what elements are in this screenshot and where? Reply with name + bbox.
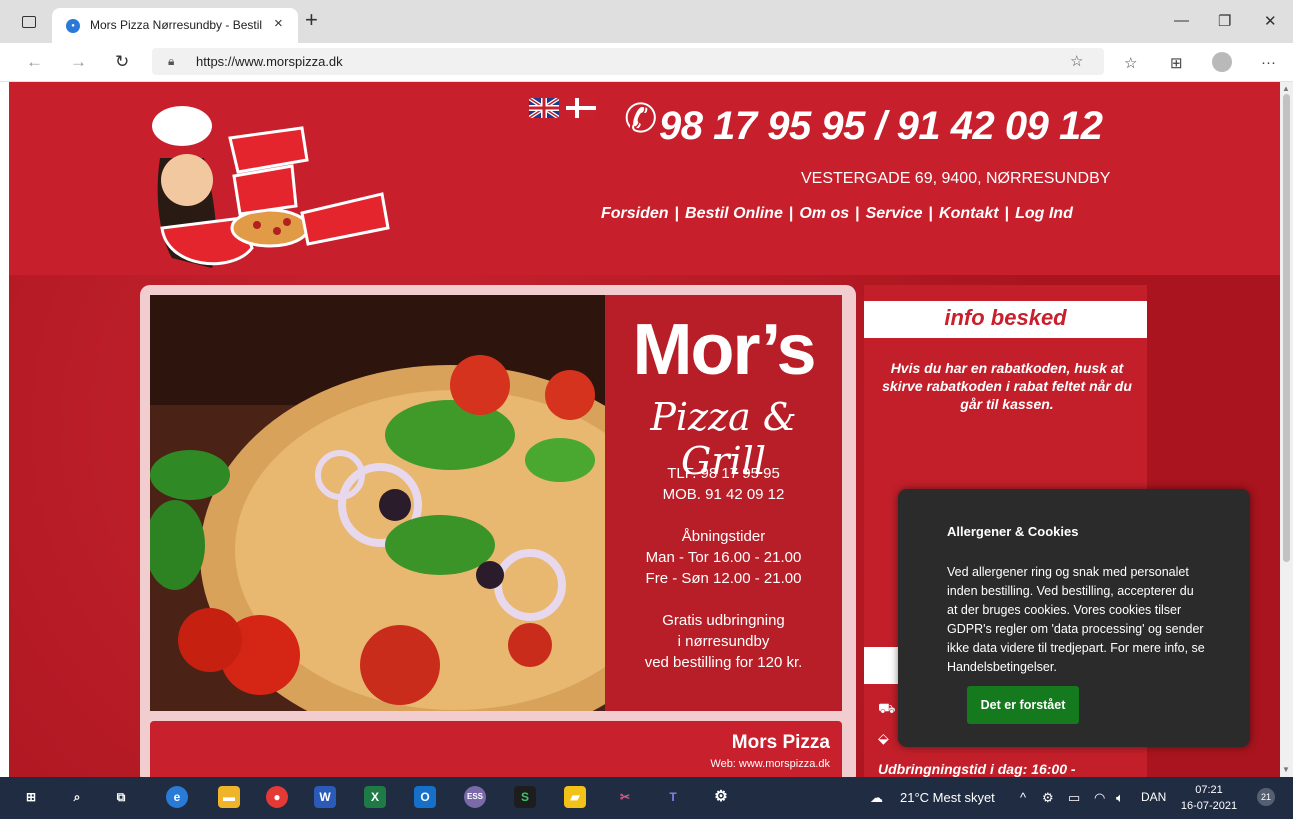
tab-close-icon[interactable]: × (274, 15, 283, 32)
cookie-title: Allergener & Cookies (947, 524, 1079, 539)
hero-banner: Mor’s Pizza & Grill TLF. 98 17 95 95 MOB… (150, 295, 842, 711)
delivery-icon: ⛟ (878, 700, 896, 716)
banner-delivery-1: Gratis udbringning (662, 612, 785, 629)
mors-pizza-card: Mors Pizza Web: www.morspizza.dk (150, 721, 842, 777)
phone-numbers[interactable]: 98 17 95 95 / 91 42 09 12 (659, 104, 1103, 149)
url-text[interactable]: https://www.morspizza.dk (196, 54, 343, 69)
nav-forsiden[interactable]: Forsiden (601, 205, 669, 222)
forward-icon[interactable]: → (70, 52, 87, 72)
card-web[interactable]: Web: www.morspizza.dk (710, 758, 830, 770)
tab-title: Mors Pizza Nørresundby - Bestil (90, 18, 263, 32)
language-indicator[interactable]: DAN (1141, 790, 1166, 804)
snipping-tool-icon[interactable]: ✂ (614, 786, 636, 808)
tray-chevron-icon[interactable]: ^ (1020, 790, 1026, 805)
scroll-thumb[interactable] (1283, 94, 1290, 562)
clock-date: 16-07-2021 (1180, 800, 1238, 812)
battery-icon[interactable]: ▭ (1068, 790, 1080, 806)
card-name: Mors Pizza (731, 732, 830, 753)
cookie-accept-button[interactable]: Det er forstået (967, 686, 1079, 724)
weather-icon[interactable]: ☁ (870, 790, 883, 806)
scroll-up-icon[interactable]: ▲ (1282, 84, 1290, 93)
windows-start-icon[interactable]: ⊞ (20, 786, 42, 808)
nav-kontakt[interactable]: Kontakt (939, 205, 999, 222)
s-app-icon[interactable]: S (514, 786, 536, 808)
volume-icon[interactable]: 🔈︎ (1116, 790, 1124, 806)
notifications-icon[interactable]: 21 (1257, 788, 1275, 806)
info-header: info besked (864, 301, 1147, 338)
minimize-button[interactable]: — (1174, 12, 1189, 29)
more-options-icon[interactable]: ··· (1261, 54, 1276, 71)
lock-icon[interactable]: 🔒︎ (168, 54, 174, 69)
weather-text[interactable]: 21°C Mest skyet (900, 790, 995, 805)
restore-button[interactable]: ❐ (1218, 12, 1231, 30)
nav-separator: | (855, 205, 860, 222)
info-title: info besked (944, 305, 1067, 330)
nav-separator: | (788, 205, 794, 222)
banner-mob: MOB. 91 42 09 12 (662, 486, 785, 503)
favicon-icon: ● (66, 19, 80, 33)
profile-avatar[interactable] (1212, 52, 1232, 72)
page-scrollbar[interactable]: ▲ ▼ (1280, 82, 1293, 777)
banner-hours-1: Man - Tor 16.00 - 21.00 (645, 549, 802, 566)
english-flag-icon[interactable] (529, 98, 559, 118)
tray-apps-icon[interactable]: ⚙ (1042, 790, 1054, 806)
outlook-icon[interactable]: O (414, 786, 436, 808)
teams-icon[interactable]: T (662, 786, 684, 808)
browser-title-bar: ● Mors Pizza Nørresundby - Bestil × + — … (0, 0, 1293, 43)
taskbar-clock[interactable]: 07:21 16-07-2021 (1178, 782, 1240, 814)
ess-icon[interactable]: ESS (464, 786, 486, 808)
add-favorite-icon[interactable]: ☆ (1070, 52, 1083, 70)
url-field[interactable]: 🔒︎ https://www.morspizza.dk ☆ (152, 48, 1104, 75)
address-bar-row: ← → ↻ 🔒︎ https://www.morspizza.dk ☆ ☆ ⊞ … (0, 43, 1293, 82)
address: VESTERGADE 69, 9400, NØRRESUNDBY (801, 170, 1111, 187)
search-icon[interactable]: ⌕ (66, 786, 88, 808)
new-tab-button[interactable]: + (305, 9, 318, 31)
banner-delivery-3: ved bestilling for 120 kr. (644, 654, 803, 671)
cookie-text: Ved allergener ring og snak med personal… (947, 565, 1205, 674)
scroll-down-icon[interactable]: ▼ (1282, 765, 1290, 774)
file-explorer-icon[interactable]: ▬ (218, 786, 240, 808)
back-icon[interactable]: ← (26, 52, 43, 72)
close-window-button[interactable]: ✕ (1264, 12, 1277, 30)
chrome-icon[interactable]: ● (266, 786, 288, 808)
nav-log-ind[interactable]: Log Ind (1015, 205, 1073, 222)
info-message: Hvis du har en rabatkoden, husk at skirv… (882, 360, 1132, 412)
nav-om-os[interactable]: Om os (799, 205, 849, 222)
phone-icon: ✆ (624, 97, 658, 141)
edge-icon[interactable]: e (166, 786, 188, 808)
favorites-icon[interactable]: ☆ (1124, 54, 1137, 72)
pizza-image (150, 295, 605, 711)
settings-gear-icon[interactable]: ⚙ (710, 786, 732, 808)
nav-separator: | (674, 205, 680, 222)
sticky-notes-icon[interactable]: ▰ (564, 786, 586, 808)
banner-tlf: TLF. 98 17 95 95 (667, 465, 780, 482)
mors-grill-pizza-logo[interactable] (142, 98, 392, 274)
nav-separator: | (1004, 205, 1010, 222)
reload-icon[interactable]: ↻ (115, 52, 129, 72)
delivery-time: Udbringningstid i dag: 16:00 - (878, 761, 1076, 777)
word-icon[interactable]: W (314, 786, 336, 808)
tab-actions-icon[interactable] (22, 16, 36, 28)
cookie-popup: Allergener & Cookies Ved allergener ring… (898, 489, 1250, 747)
banner-hours-2: Fre - Søn 12.00 - 21.00 (645, 570, 802, 587)
banner-delivery-2: i nørresundby (677, 633, 770, 650)
banner-title: Mor’s (632, 310, 816, 390)
main-navigation: Forsiden | Bestil Online | Om os | Service | Kon… (601, 205, 1073, 223)
clock-time: 07:21 (1195, 784, 1223, 796)
nav-bestil-online[interactable]: Bestil Online (685, 205, 783, 222)
browser-tab[interactable]: ● Mors Pizza Nørresundby - Bestil × (52, 8, 298, 43)
collections-icon[interactable]: ⊞ (1170, 54, 1183, 72)
task-view-icon[interactable]: ⧉ (110, 786, 132, 808)
banner-hours-title: Åbningstider (681, 528, 766, 545)
windows-taskbar: ⊞ ⌕ ⧉ e ▬ ● W X O ESS S ▰ ✂ T ⚙ ☁ 21°C M… (0, 777, 1293, 819)
nav-service[interactable]: Service (866, 205, 923, 222)
nav-separator: | (928, 205, 934, 222)
danish-flag-icon[interactable] (566, 98, 596, 118)
excel-icon[interactable]: X (364, 786, 386, 808)
wifi-icon[interactable]: ◠ (1094, 790, 1105, 806)
pickup-icon: ⬙ (878, 730, 889, 746)
